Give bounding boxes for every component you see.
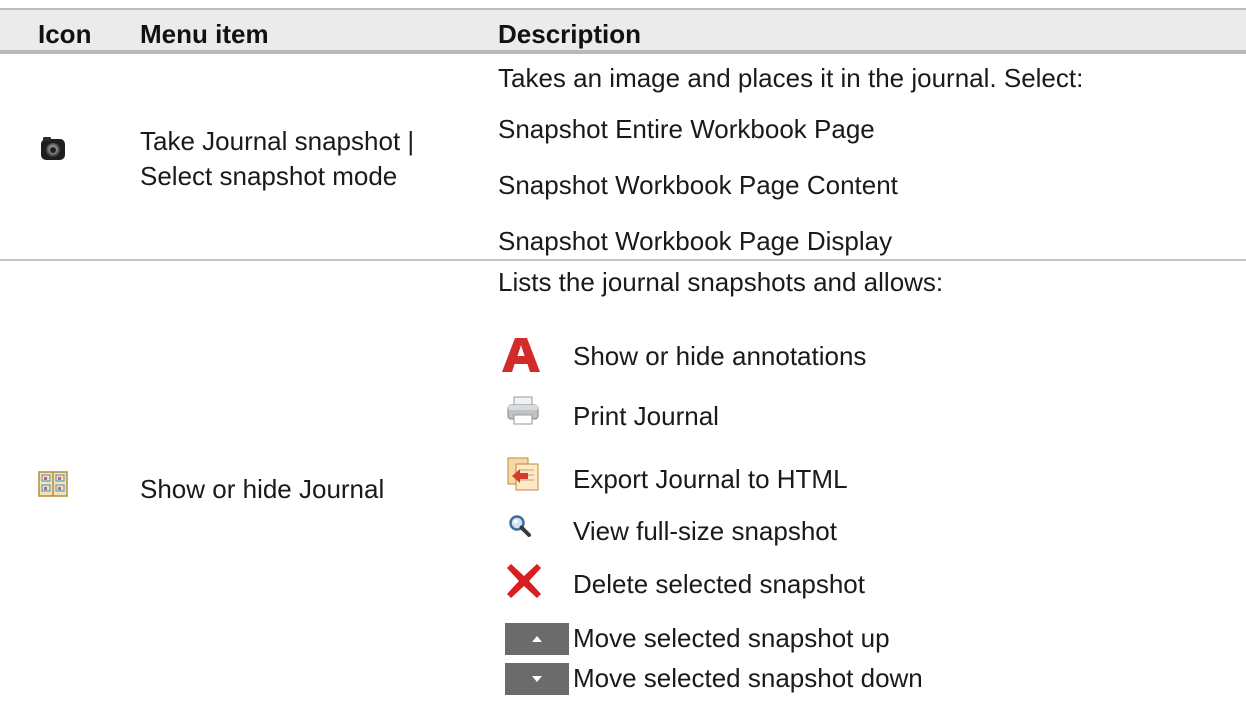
arrow-down-icon: [505, 663, 569, 695]
magnifier-icon: [508, 514, 534, 540]
annotation-a-icon: [501, 337, 541, 373]
action-label: Export Journal to HTML: [573, 464, 848, 494]
printer-icon: [506, 395, 540, 427]
snapshot-option: Snapshot Workbook Page Content: [498, 170, 898, 200]
action-label: Print Journal: [573, 401, 719, 431]
camera-icon: [40, 136, 66, 162]
action-label: Move selected snapshot up: [573, 623, 890, 653]
table-header: Icon Menu item Description: [0, 8, 1246, 54]
action-label: View full-size snapshot: [573, 516, 837, 546]
action-label: Move selected snapshot down: [573, 663, 923, 693]
header-menu-item: Menu item: [140, 19, 269, 49]
menu-item-label: Show or hide Journal: [140, 474, 385, 504]
menu-item-label: Take Journal snapshot |: [140, 126, 415, 156]
header-description: Description: [498, 19, 642, 49]
snapshot-option: Snapshot Entire Workbook Page: [498, 114, 875, 144]
menu-item-label: Select snapshot mode: [140, 161, 398, 191]
header-icon: Icon: [38, 19, 92, 49]
action-label: Delete selected snapshot: [573, 569, 865, 599]
journal-menu-table: Icon Menu item Description Take Journal …: [0, 0, 1246, 708]
row-divider: [0, 259, 1246, 261]
description-intro: Takes an image and places it in the jour…: [498, 63, 1084, 93]
arrow-up-icon: [505, 623, 569, 655]
export-html-icon: [506, 456, 540, 492]
description-intro: Lists the journal snapshots and allows:: [498, 267, 944, 297]
journal-book-icon: [38, 470, 68, 498]
delete-x-icon: [505, 562, 543, 600]
action-label: Show or hide annotations: [573, 341, 867, 371]
snapshot-option: Snapshot Workbook Page Display: [498, 226, 893, 256]
